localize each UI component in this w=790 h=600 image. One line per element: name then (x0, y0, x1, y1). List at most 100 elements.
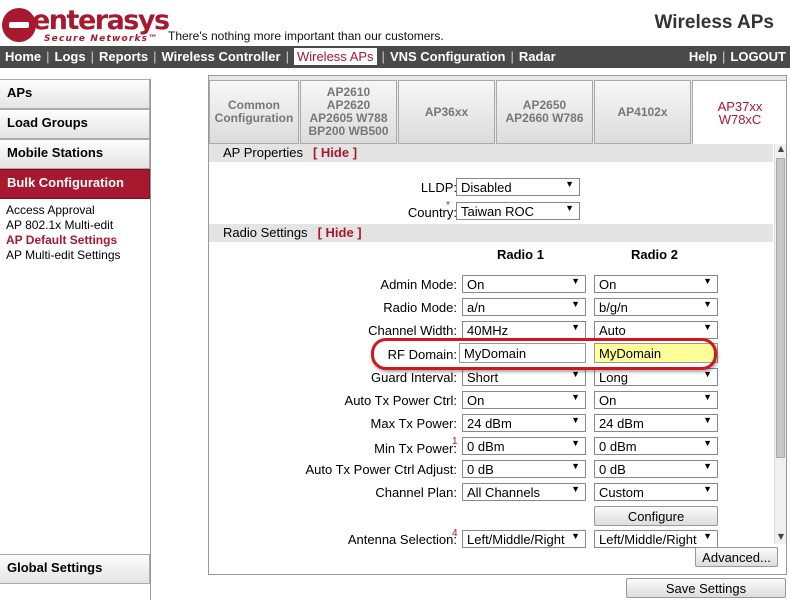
admin-mode-radio2-select[interactable]: On ▼ (594, 275, 718, 293)
chevron-down-icon: ▼ (571, 461, 580, 471)
auto-tx-power-ctrl-radio2-select[interactable]: On ▼ (594, 391, 718, 409)
sidebar-item-aps[interactable]: APs (0, 79, 150, 109)
antenna-selection-label: Antenna Selection: (347, 532, 457, 547)
guard-interval-radio2-select[interactable]: Long ▼ (594, 368, 718, 386)
advanced-button[interactable]: Advanced... (695, 547, 778, 567)
radio-mode-radio1-select[interactable]: a/n ▼ (462, 298, 586, 316)
channel-plan-radio1-select[interactable]: All Channels ▼ (462, 483, 586, 501)
chevron-down-icon: ▼ (703, 322, 712, 332)
save-settings-button[interactable]: Save Settings (626, 578, 786, 598)
chevron-down-icon: ▼ (565, 203, 574, 213)
nav-home[interactable]: Home (5, 49, 41, 64)
min-tx-power-radio1-select[interactable]: 0 dBm ▼ (462, 437, 586, 455)
main-panel: Common Configuration AP2610 AP2620 AP2605 W… (208, 75, 787, 575)
chevron-down-icon: ▼ (571, 299, 580, 309)
admin-mode-radio1-select[interactable]: On ▼ (462, 275, 586, 293)
logo-subtitle: Secure Networks™ (44, 34, 159, 44)
lldp-select[interactable]: Disabled ▼ (456, 178, 580, 196)
sidebar-item-load-groups[interactable]: Load Groups (0, 109, 150, 139)
chevron-down-icon: ▼ (571, 322, 580, 332)
chevron-down-icon: ▼ (703, 461, 712, 471)
sidebar-link-access-approval[interactable]: Access Approval (6, 203, 150, 218)
logo-mark-icon (2, 8, 36, 42)
sidebar-link-ap-multi-edit-settings[interactable]: AP Multi-edit Settings (6, 248, 150, 263)
antenna-selection-radio1-select[interactable]: Left/Middle/Right ▼ (462, 530, 586, 548)
ap-properties-hide-link[interactable]: [ Hide ] (313, 145, 357, 160)
nav-help[interactable]: Help (689, 49, 717, 64)
nav-vns-configuration[interactable]: VNS Configuration (390, 49, 506, 64)
tab-ap36xx[interactable]: AP36xx (398, 80, 495, 144)
guard-interval-radio1-select[interactable]: Short ▼ (462, 368, 586, 386)
chevron-down-icon: ▼ (703, 276, 712, 286)
chevron-down-icon: ▼ (571, 415, 580, 425)
chevron-down-icon: ▼ (571, 531, 580, 541)
logo-wordmark: enterasys (32, 5, 170, 36)
tab-ap4102x[interactable]: AP4102x (594, 80, 691, 144)
auto-tx-power-adjust-radio1-select[interactable]: 0 dB ▼ (462, 460, 586, 478)
channel-width-radio2-select[interactable]: Auto ▼ (594, 321, 718, 339)
nav-wireless-aps[interactable]: Wireless APs (293, 48, 377, 65)
chevron-down-icon: ▼ (703, 299, 712, 309)
tab-ap2650[interactable]: AP2650 AP2660 W786 (496, 80, 593, 144)
auto-tx-power-adjust-radio2-select[interactable]: 0 dB ▼ (594, 460, 718, 478)
nav-logout[interactable]: LOGOUT (730, 49, 786, 64)
sidebar-item-mobile-stations[interactable]: Mobile Stations (0, 139, 150, 169)
channel-width-label: Channel Width: (368, 323, 457, 338)
sidebar: APs Load Groups Mobile Stations Bulk Con… (0, 79, 151, 600)
antenna-selection-footnote: 4 (452, 528, 458, 539)
radio-settings-hide-link[interactable]: [ Hide ] (318, 225, 362, 240)
tagline: There's nothing more important than our … (168, 29, 444, 43)
top-nav: Home | Logs | Reports | Wireless Controller | Wi… (0, 46, 790, 68)
country-required-marker: * (446, 200, 450, 211)
max-tx-power-radio1-select[interactable]: 24 dBm ▼ (462, 414, 586, 432)
channel-width-radio1-select[interactable]: 40MHz ▼ (462, 321, 586, 339)
min-tx-power-footnote: 1 (452, 436, 458, 447)
chevron-down-icon: ▼ (571, 276, 580, 286)
sidebar-link-ap-8021x-multi-edit[interactable]: AP 802.1x Multi-edit (6, 218, 150, 233)
max-tx-power-label: Max Tx Power: (370, 416, 457, 431)
scrollbar-thumb[interactable] (776, 158, 785, 458)
radio-mode-radio2-select[interactable]: b/g/n ▼ (594, 298, 718, 316)
chevron-down-icon: ▼ (703, 392, 712, 402)
radio1-column-header: Radio 1 (497, 247, 544, 262)
min-tx-power-label: Min Tx Power: (374, 441, 457, 456)
chevron-down-icon: ▼ (571, 438, 580, 448)
settings-content: AP Properties[ Hide ] LLDP: Disabled ▼ Co… (209, 144, 773, 574)
tab-common-configuration[interactable]: Common Configuration (209, 80, 299, 144)
tab-ap37xx[interactable]: AP37xx W78xC (692, 80, 786, 144)
lldp-label: LLDP: (420, 180, 457, 195)
chevron-down-icon: ▼ (703, 438, 712, 448)
chevron-down-icon: ▼ (703, 415, 712, 425)
country-select[interactable]: Taiwan ROC ▼ (456, 202, 580, 220)
radio-settings-header: Radio Settings[ Hide ] (209, 224, 773, 242)
scroll-down-icon[interactable]: ▼ (775, 532, 786, 544)
configure-button[interactable]: Configure (594, 506, 718, 526)
auto-tx-power-ctrl-radio1-select[interactable]: On ▼ (462, 391, 586, 409)
chevron-down-icon: ▼ (571, 392, 580, 402)
guard-interval-label: Guard Interval: (371, 370, 457, 385)
ap-properties-header: AP Properties[ Hide ] (209, 144, 773, 162)
scroll-up-icon[interactable]: ▲ (775, 144, 786, 156)
sidebar-sublinks: Access Approval AP 802.1x Multi-edit AP … (0, 199, 150, 263)
channel-plan-radio2-select[interactable]: Custom ▼ (594, 483, 718, 501)
nav-logs[interactable]: Logs (55, 49, 86, 64)
tab-ap2610[interactable]: AP2610 AP2620 AP2605 W788 BP200 WB500 (300, 80, 397, 144)
sidebar-item-bulk-configuration[interactable]: Bulk Configuration (0, 169, 150, 199)
nav-wireless-controller[interactable]: Wireless Controller (161, 49, 280, 64)
page-title: Wireless APs (654, 12, 774, 33)
chevron-down-icon: ▼ (571, 484, 580, 494)
nav-reports[interactable]: Reports (99, 49, 148, 64)
nav-radar[interactable]: Radar (519, 49, 556, 64)
chevron-down-icon: ▼ (565, 179, 574, 189)
enterasys-logo: enterasys Secure Networks™ (2, 6, 170, 44)
sidebar-link-ap-default-settings[interactable]: AP Default Settings (6, 233, 150, 248)
antenna-selection-radio2-select[interactable]: Left/Middle/Right ▼ (594, 530, 718, 548)
min-tx-power-radio2-select[interactable]: 0 dBm ▼ (594, 437, 718, 455)
settings-scrollbar[interactable]: ▲ ▼ (774, 144, 786, 544)
radio2-column-header: Radio 2 (631, 247, 678, 262)
model-tabs: Common Configuration AP2610 AP2620 AP2605 W… (209, 76, 786, 144)
max-tx-power-radio2-select[interactable]: 24 dBm ▼ (594, 414, 718, 432)
channel-plan-label: Channel Plan: (375, 485, 457, 500)
sidebar-item-global-settings[interactable]: Global Settings (0, 554, 150, 584)
chevron-down-icon: ▼ (703, 369, 712, 379)
